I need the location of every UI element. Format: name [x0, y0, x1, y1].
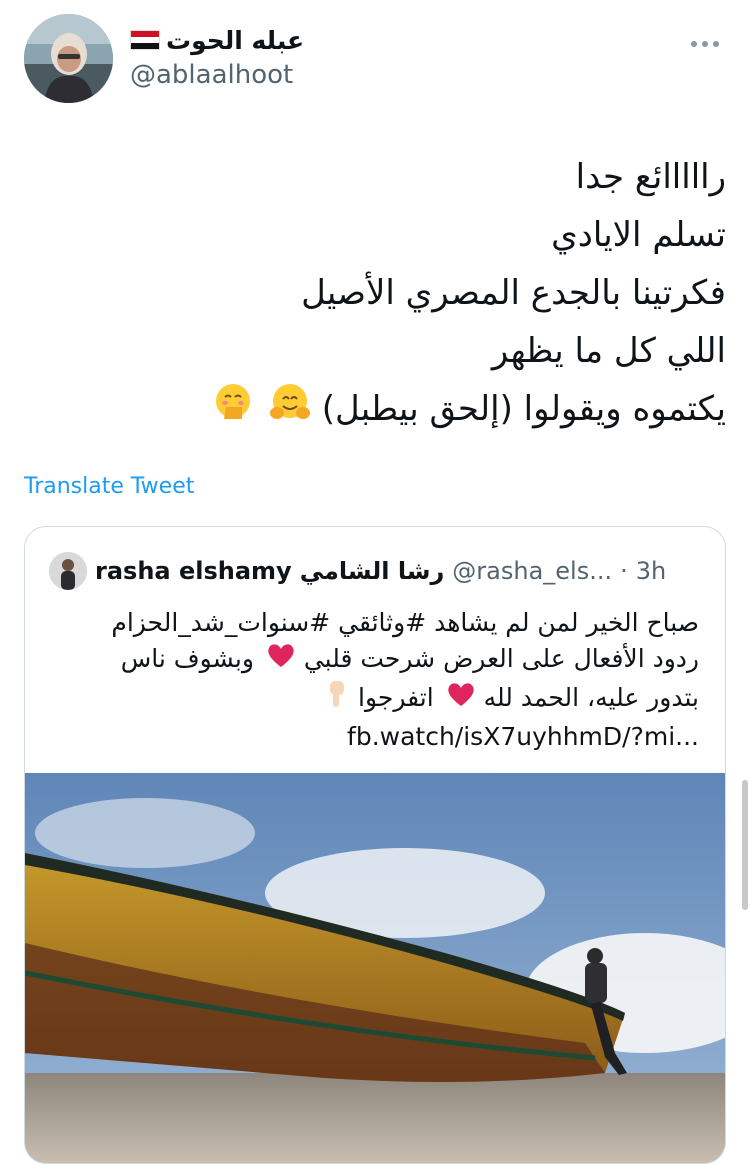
scrollbar[interactable] — [742, 780, 748, 910]
quoted-tweet-card[interactable]: rasha elshamy رشا الشامي @rasha_els... ·… — [24, 526, 726, 1164]
quoted-author-avatar[interactable] — [49, 552, 87, 590]
quoted-line: ردود الأفعال على العرض شرحت قلبي وبشوف ن… — [39, 641, 699, 679]
tweet-line-text: يكتموه ويقولوا (إلحق بيطبل) — [321, 389, 726, 429]
quoted-line-text: ردود الأفعال على العرض شرحت قلبي — [303, 644, 699, 673]
boat-on-beach-photo[interactable] — [25, 773, 725, 1163]
quoted-author-name-ar[interactable]: رشا الشامي — [300, 557, 445, 585]
tweet[interactable]: عبله الحوت @ablaalhoot رااااائع جدا تسلم… — [0, 0, 750, 1166]
quoted-line: صباح الخير لمن لم يشاهد #وثائقي #سنوات_ش… — [111, 608, 699, 637]
quoted-tweet-link[interactable]: fb.watch/isX7uyhhmD/?mi... — [39, 719, 699, 755]
quoted-tweet-text: صباح الخير لمن لم يشاهد #وثائقي #سنوات_ش… — [39, 605, 699, 755]
egypt-flag-icon — [130, 30, 160, 50]
quoted-author-name-en[interactable]: rasha elshamy — [95, 557, 292, 585]
face-with-hand-over-mouth-emoji — [212, 381, 254, 441]
translate-tweet-link[interactable]: Translate Tweet — [24, 474, 194, 499]
red-heart-emoji — [446, 680, 476, 718]
author-name-text: عبله الحوت — [166, 25, 305, 55]
quoted-line: بتدور عليه، الحمد لله اتفرجوا — [39, 679, 699, 719]
tweet-line: رااااائع جدا — [575, 157, 726, 197]
tweet-line: تسلم الايادي — [551, 215, 726, 255]
quoted-author-handle[interactable]: @rasha_els... — [452, 557, 612, 585]
author-handle[interactable]: @ablaalhoot — [130, 60, 293, 90]
author-avatar[interactable] — [24, 14, 113, 103]
author-display-name[interactable]: عبله الحوت — [130, 22, 304, 58]
quoted-tweet-header: rasha elshamy رشا الشامي @rasha_els... ·… — [49, 551, 666, 591]
tweet-line: اللي كل ما يظهر — [491, 331, 726, 371]
quoted-line-text: اتفرجوا — [358, 683, 434, 712]
tweet-line: يكتموه ويقولوا (إلحق بيطبل) — [46, 380, 726, 441]
hugging-face-emoji — [269, 381, 311, 441]
separator-dot: · — [620, 557, 628, 585]
tweet-line: فكرتينا بالجدع المصري الأصيل — [301, 273, 726, 313]
tweet-text: رااااائع جدا تسلم الايادي فكرتينا بالجدع… — [46, 148, 726, 441]
quoted-line-text: وبشوف ناس — [120, 644, 254, 673]
red-heart-emoji — [266, 641, 296, 679]
quoted-line-text: بتدور عليه، الحمد لله — [483, 683, 699, 712]
quoted-tweet-time[interactable]: 3h — [636, 557, 666, 585]
ellipsis-icon[interactable] — [690, 30, 720, 50]
backhand-index-pointing-down-emoji — [324, 679, 350, 719]
